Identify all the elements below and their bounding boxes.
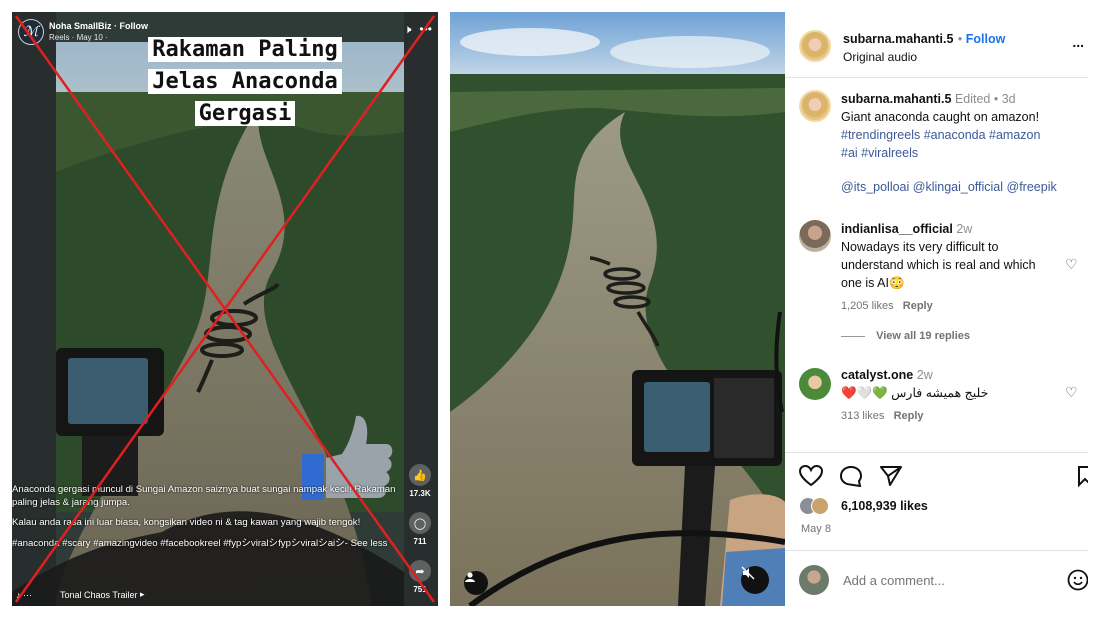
share-icon[interactable]: ➦ — [409, 560, 431, 582]
comment-count: 711 — [413, 537, 427, 546]
facebook-reel-panel: ℳ Noha SmallBiz · Follow Reels · May 10 … — [12, 12, 438, 606]
share-send-icon[interactable] — [879, 465, 903, 487]
instagram-video-frame[interactable] — [450, 12, 785, 606]
title-line: Jelas Anaconda — [148, 69, 342, 94]
reel-caption: Anaconda gergasi muncul di Sungai Amazon… — [12, 484, 404, 558]
likes-count[interactable]: 6,108,939 likes — [841, 499, 928, 513]
like-action[interactable]: 👍 17.3K — [406, 464, 434, 498]
comment-time: 2w — [956, 222, 973, 236]
emoji-icon[interactable] — [1067, 569, 1088, 591]
edited-label: Edited — [954, 92, 991, 106]
audio-bar: ♪ ··· Tonal Chaos Trailer ▸ — [12, 589, 438, 600]
mute-button[interactable] — [741, 566, 769, 594]
page-name[interactable]: Noha SmallBiz — [49, 21, 112, 31]
avatar — [811, 497, 829, 515]
add-comment-bar — [785, 550, 1088, 606]
comparison-screenshot: ℳ Noha SmallBiz · Follow Reels · May 10 … — [0, 0, 1100, 618]
caption-paragraph: Kalau anda rasa ini luar biasa, kongsika… — [12, 517, 361, 528]
post-header: subarna.mahanti.5 • Follow Original audi… — [785, 12, 1088, 78]
like-icon[interactable]: 👍 — [409, 464, 431, 486]
caption-paragraph: Anaconda gergasi muncul di Sungai Amazon… — [12, 484, 396, 508]
audio-play-icon: ▸ — [137, 589, 145, 599]
comment-text: understand which is real and which — [841, 258, 1036, 272]
follow-button[interactable]: Follow — [966, 32, 1006, 46]
caption-mentions[interactable]: @its_polloai @klingai_official @freepik — [841, 178, 1081, 196]
follow-link[interactable]: Follow — [120, 21, 149, 31]
reel-title-overlay: Rakaman Paling Jelas Anaconda Gergasi — [72, 34, 418, 130]
title-line: Gergasi — [194, 101, 296, 126]
caption-time: 3d — [1001, 92, 1016, 106]
comment-heart-icon[interactable]: ♡ — [1065, 384, 1078, 401]
audio-label[interactable]: Tonal Chaos Trailer — [60, 590, 138, 600]
author-info: subarna.mahanti.5 • Follow Original audi… — [843, 32, 1006, 64]
commenter-avatar[interactable] — [799, 220, 831, 252]
author-avatar[interactable] — [799, 30, 831, 62]
comment-bubble-icon[interactable] — [839, 465, 863, 487]
more-options-icon[interactable]: ... — [1072, 34, 1084, 50]
comment-likes[interactable]: 313 likes — [841, 410, 884, 422]
replies-divider — [841, 335, 865, 337]
tagged-user-button[interactable] — [464, 571, 488, 595]
reply-button[interactable]: Reply — [903, 300, 933, 312]
comment-heart-icon[interactable]: ♡ — [1065, 256, 1078, 273]
helicopter-river-scene — [450, 12, 785, 606]
comment-username[interactable]: catalyst.one — [841, 368, 913, 382]
comment-action[interactable]: ◯ 711 — [406, 512, 434, 546]
comment-text: خلیج همیشه فارس 💚🤍❤️ — [841, 386, 989, 400]
author-username[interactable]: subarna.mahanti.5 — [843, 32, 953, 46]
comment: indianlisa__official 2w Nowadays its ver… — [841, 220, 1063, 342]
user-icon — [465, 572, 475, 582]
like-count: 17.3K — [409, 489, 431, 498]
caption-hashtags[interactable]: #trendingreels #anaconda #amazon — [841, 126, 1081, 144]
like-heart-icon[interactable] — [799, 465, 823, 487]
comment-time: 2w — [916, 368, 933, 382]
music-icon: ♪ ··· — [16, 589, 32, 600]
caption-hashtags[interactable]: #anaconda #scary #amazingvideo #facebook… — [12, 538, 404, 551]
title-line: Rakaman Paling — [148, 37, 342, 62]
current-user-avatar — [799, 565, 829, 595]
add-comment-input[interactable] — [843, 567, 1043, 593]
caption-author-avatar[interactable] — [799, 90, 831, 122]
comment-text: one is AI😳 — [841, 276, 905, 290]
more-options-icon[interactable]: ••• — [419, 22, 432, 37]
caption-hashtags[interactable]: #ai #viralreels — [841, 144, 1081, 162]
post-date: May 8 — [801, 523, 831, 535]
liked-by-avatars — [799, 497, 839, 517]
caption-text: Giant anaconda caught on amazon! — [841, 110, 1040, 124]
comment-icon[interactable]: ◯ — [409, 512, 431, 534]
comment-likes[interactable]: 1,205 likes — [841, 300, 894, 312]
page-avatar[interactable]: ℳ — [18, 19, 44, 45]
comment-username[interactable]: indianlisa__official — [841, 222, 953, 236]
muted-speaker-icon — [741, 566, 755, 580]
comment: catalyst.one 2w خلیج همیشه فارس 💚🤍❤️ 313… — [841, 366, 1063, 422]
reply-button[interactable]: Reply — [894, 410, 924, 422]
save-bookmark-icon[interactable] — [1077, 465, 1088, 487]
comment-text: Nowadays its very difficult to — [841, 240, 999, 254]
commenter-avatar[interactable] — [799, 368, 831, 400]
instagram-post-panel: subarna.mahanti.5 • Follow Original audi… — [785, 12, 1088, 606]
original-audio-link[interactable]: Original audio — [843, 50, 1005, 64]
caption-username[interactable]: subarna.mahanti.5 — [841, 92, 951, 106]
view-replies-button[interactable]: View all 19 replies — [876, 330, 970, 342]
post-caption: subarna.mahanti.5 Edited • 3d Giant anac… — [841, 90, 1081, 196]
